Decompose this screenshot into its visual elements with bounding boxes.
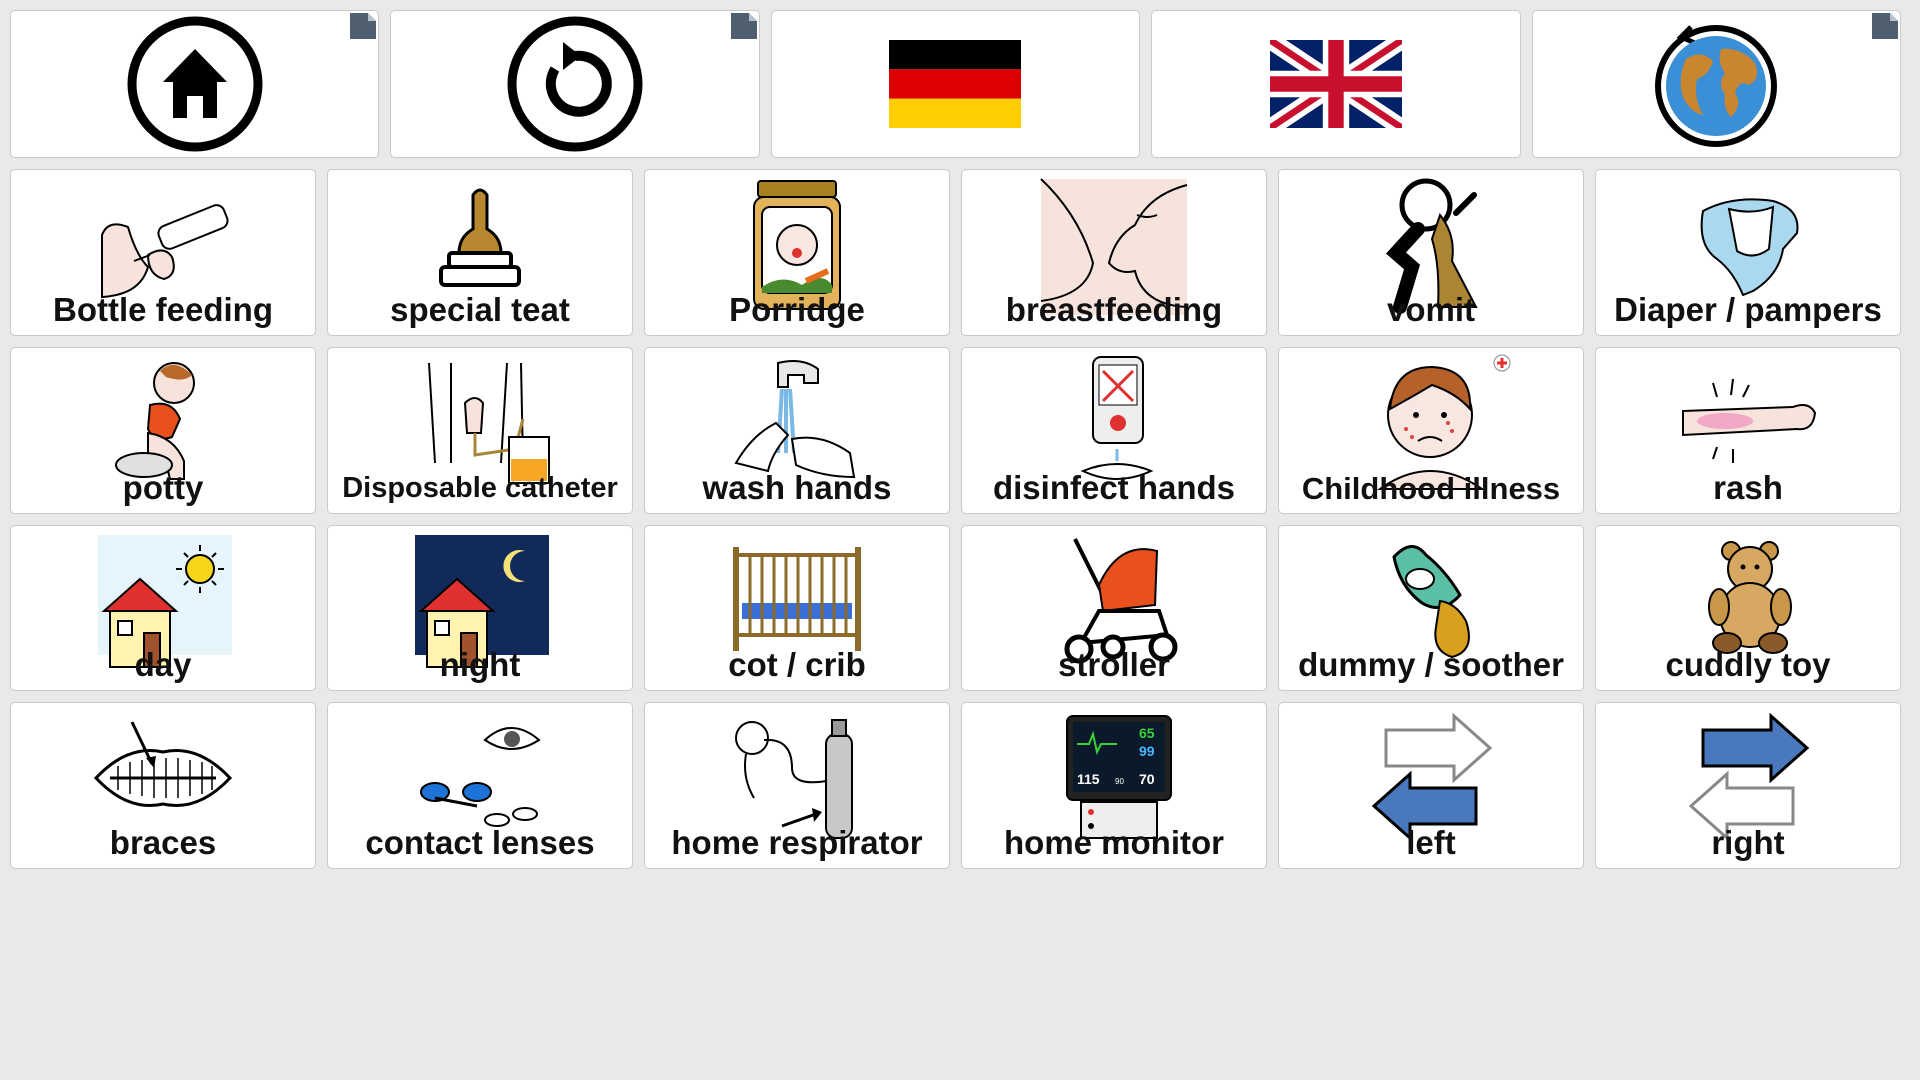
tile-breastfeeding[interactable]: breastfeeding xyxy=(961,169,1267,336)
tile-label: potty xyxy=(122,468,204,506)
monitor-value-left: 115 xyxy=(1077,771,1100,787)
tile-stroller[interactable]: stroller xyxy=(961,524,1267,692)
tile-contact-lenses[interactable]: contact lenses xyxy=(327,702,633,870)
edit-corner-icon xyxy=(1871,13,1898,39)
tile-label: Porridge xyxy=(729,290,865,328)
edit-corner-icon xyxy=(730,13,757,39)
globe-refresh-icon xyxy=(1655,25,1778,147)
medical-cross-icon xyxy=(1493,354,1511,372)
monitor-value-center: 90 xyxy=(1115,777,1124,786)
edit-corner-icon xyxy=(350,13,377,39)
tile-childhood-illness[interactable]: Childhood illness xyxy=(1278,346,1584,514)
tile-label: breastfeeding xyxy=(1005,290,1223,328)
tile-label: rash xyxy=(1713,468,1783,506)
tile-label: day xyxy=(134,646,192,684)
tile-left[interactable]: left xyxy=(1278,702,1584,870)
uk-flag-icon xyxy=(1269,40,1402,128)
tile-label: vomit xyxy=(1386,290,1475,328)
tile-label: special teat xyxy=(390,290,570,328)
tile-label: contact lenses xyxy=(365,824,595,862)
tile-label: Diaper / pampers xyxy=(1614,290,1882,328)
tile-label: night xyxy=(439,646,521,684)
tile-label: Disposable catheter xyxy=(342,471,618,504)
home-icon xyxy=(127,16,263,152)
tile-special-teat[interactable]: special teat xyxy=(327,169,633,336)
tile-label: cuddly toy xyxy=(1665,646,1831,684)
tile-label: home monitor xyxy=(1004,824,1224,862)
tile-night[interactable]: night xyxy=(327,524,633,692)
top-toolbar xyxy=(10,10,1901,158)
tile-diaper[interactable]: Diaper / pampers xyxy=(1595,169,1901,336)
tile-label: cot / crib xyxy=(728,646,866,684)
german-language-button[interactable] xyxy=(770,10,1141,158)
tile-label: braces xyxy=(109,824,217,862)
monitor-value-right: 70 xyxy=(1139,771,1155,787)
language-switch-button[interactable] xyxy=(1531,10,1901,158)
english-language-button[interactable] xyxy=(1151,10,1521,158)
tile-home-respirator[interactable]: home respirator xyxy=(644,702,950,870)
tile-label: Bottle feeding xyxy=(53,290,273,328)
tile-label: left xyxy=(1406,824,1456,862)
tile-braces[interactable]: braces xyxy=(10,702,316,870)
tile-home-monitor[interactable]: 65 99 115 90 70 home monitor xyxy=(961,702,1267,870)
tile-cot-crib[interactable]: cot / crib xyxy=(644,524,950,692)
symbol-grid: Bottle feeding special teat Porridge bre… xyxy=(10,169,1901,1047)
tile-right[interactable]: right xyxy=(1595,702,1901,870)
tile-cuddly-toy[interactable]: cuddly toy xyxy=(1595,524,1901,692)
tile-label: wash hands xyxy=(702,468,892,506)
tile-bottle-feeding[interactable]: Bottle feeding xyxy=(10,169,316,336)
tile-rash[interactable]: rash xyxy=(1595,346,1901,514)
tile-disinfect-hands[interactable]: disinfect hands xyxy=(961,346,1267,514)
tile-disposable-catheter[interactable]: Disposable catheter xyxy=(327,346,633,514)
tile-label: Childhood illness xyxy=(1301,470,1561,506)
tile-vomit[interactable]: vomit xyxy=(1278,169,1584,336)
back-icon xyxy=(507,16,643,152)
tile-label: disinfect hands xyxy=(992,468,1236,506)
tile-label: home respirator xyxy=(671,824,923,862)
monitor-value-top: 65 xyxy=(1139,725,1155,741)
monitor-value-mid: 99 xyxy=(1139,743,1155,759)
tile-label: stroller xyxy=(1058,646,1170,684)
home-button[interactable] xyxy=(10,10,380,158)
tile-label: dummy / soother xyxy=(1298,646,1564,684)
back-button[interactable] xyxy=(390,10,760,158)
tile-wash-hands[interactable]: wash hands xyxy=(644,346,950,514)
german-flag-icon xyxy=(889,40,1022,128)
tile-day[interactable]: day xyxy=(10,524,316,692)
tile-potty[interactable]: potty xyxy=(10,346,316,514)
tile-porridge[interactable]: Porridge xyxy=(644,169,950,336)
tile-dummy-soother[interactable]: dummy / soother xyxy=(1278,524,1584,692)
tile-label: right xyxy=(1711,824,1785,862)
